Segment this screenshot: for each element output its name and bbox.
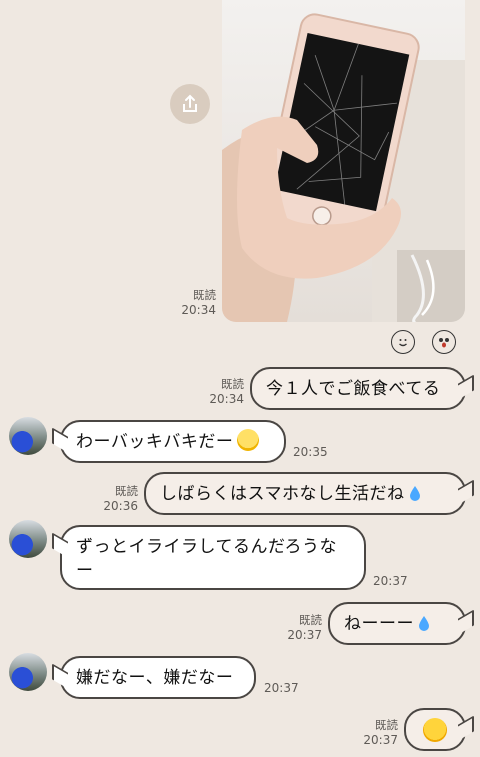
shared-photo[interactable] [222,0,465,322]
droplet-emoji-icon [409,486,420,501]
surprised-reaction-icon[interactable] [432,330,456,354]
message-bubble-received[interactable]: わーバッキバキだー [52,420,286,463]
read-receipt: 既読 [115,484,138,498]
message-text: ねーーー [344,614,414,634]
bubble-tail [52,663,68,689]
avatar[interactable] [9,417,47,455]
message-meta: 既読 20:37 [358,718,398,748]
read-receipt: 既読 [375,718,398,732]
message-text-line: ずっとイライラしてるんだろうな [76,537,337,557]
message-text: 今１人でご飯食べてる [266,379,441,399]
bubble-tail [52,427,68,453]
message-meta: 既読 20:37 [282,613,322,643]
message-bubble-sent[interactable]: 今１人でご飯食べてる [250,367,474,410]
message-bubble-received[interactable]: ずっとイライラしてるんだろうな ー [52,525,366,590]
message-text: わーバッキバキだー [76,432,234,452]
timestamp: 20:37 [363,733,398,747]
timestamp: 20:34 [209,392,244,406]
share-icon [183,94,197,112]
timestamp: 20:37 [264,681,299,695]
message-text-line: ー [76,561,94,581]
share-button[interactable] [170,84,210,124]
timestamp: 20:34 [181,303,216,317]
read-receipt: 既読 [193,288,216,302]
photo-message-meta: 既読 20:34 [176,288,216,318]
timestamp: 20:37 [287,628,322,642]
message-bubble-sent[interactable]: ねーーー [328,602,474,645]
bubble-tail [458,609,474,635]
broken-phone-photo [222,13,465,322]
droplet-emoji-icon [419,616,429,631]
bubble-tail [458,374,474,400]
read-receipt: 既読 [221,377,244,391]
message-meta: 既読 20:36 [98,484,138,514]
message-bubble-sent[interactable]: しばらくはスマホなし生活だね [144,472,474,515]
smile-reaction-icon[interactable] [391,330,415,354]
timestamp: 20:37 [373,574,408,588]
avatar[interactable] [9,653,47,691]
read-receipt: 既読 [299,613,322,627]
bubble-tail [458,715,474,741]
scream-emoji-icon [237,429,260,451]
bubble-tail [52,532,68,558]
timestamp: 20:35 [293,445,328,459]
message-bubble-received[interactable]: 嫌だなー、嫌だなー [52,656,256,699]
message-bubble-sent[interactable] [404,708,474,751]
message-text: 嫌だなー、嫌だなー [76,668,234,688]
message-meta: 既読 20:34 [204,377,244,407]
bubble-tail [458,479,474,505]
message-text: しばらくはスマホなし生活だね [160,484,405,504]
avatar[interactable] [9,520,47,558]
joy-emoji-icon [423,717,447,742]
timestamp: 20:36 [103,499,138,513]
